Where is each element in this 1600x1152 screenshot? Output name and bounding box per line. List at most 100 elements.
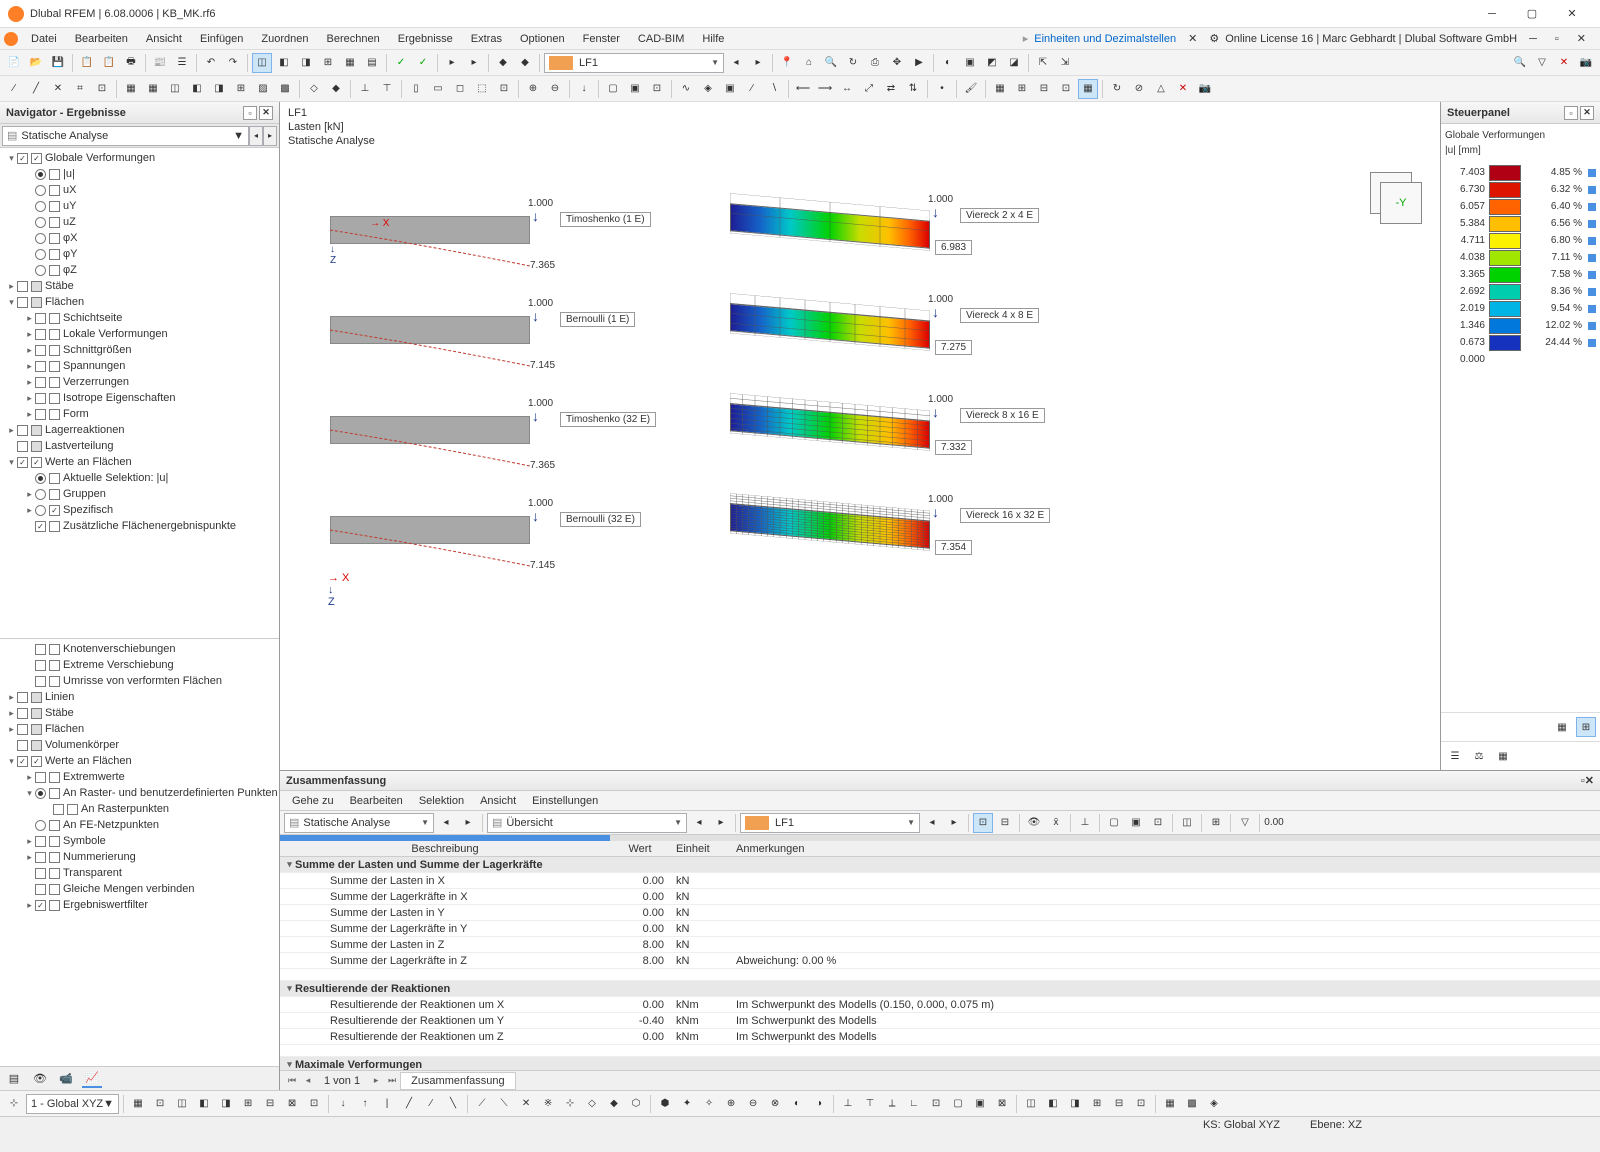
t2-13-icon[interactable]: ▩ <box>275 79 295 99</box>
tree-item[interactable]: ▾Globale Verformungen <box>0 150 279 166</box>
cs-combo[interactable]: 1 - Global XYZ▼ <box>26 1094 119 1114</box>
next-lc-button[interactable]: ▸ <box>748 53 768 73</box>
table-row[interactable]: Resultierende der Reaktionen um Z0.00kNm… <box>280 1029 1600 1045</box>
panel-tab1[interactable]: ☰ <box>1445 746 1465 766</box>
bt-18-icon[interactable]: ※ <box>538 1094 558 1114</box>
tree-check2[interactable] <box>31 457 42 468</box>
bt-5-icon[interactable]: ⊞ <box>238 1094 258 1114</box>
nav-next-button[interactable]: ▸ <box>263 126 277 146</box>
vis2-icon[interactable]: ◪ <box>1004 53 1024 73</box>
t2-16-icon[interactable]: ⊥ <box>355 79 375 99</box>
tree-item[interactable]: uY <box>0 198 279 214</box>
bt-26-icon[interactable]: ⊕ <box>721 1094 741 1114</box>
t2-15-icon[interactable]: ◆ <box>326 79 346 99</box>
tree-expand[interactable]: ▸ <box>6 425 17 436</box>
tree-check2[interactable] <box>31 297 42 308</box>
tree-expand[interactable]: ▸ <box>24 313 35 324</box>
tree-check2[interactable] <box>49 233 60 244</box>
doc-restore-button[interactable]: ▫ <box>1549 33 1565 45</box>
tree-check1[interactable] <box>35 772 46 783</box>
menu-bearbeiten[interactable]: Bearbeiten <box>66 31 137 47</box>
bt-axis-icon[interactable]: ⊹ <box>4 1094 24 1114</box>
bt-1-icon[interactable]: ⊡ <box>150 1094 170 1114</box>
tree-item[interactable]: uX <box>0 182 279 198</box>
st-7[interactable]: ▣ <box>1126 813 1146 833</box>
st-9[interactable]: ◫ <box>1177 813 1197 833</box>
tree-item[interactable]: ▸Spannungen <box>0 358 279 374</box>
checkall-icon[interactable]: ✓ <box>413 53 433 73</box>
bt-6-icon[interactable]: ⊟ <box>260 1094 280 1114</box>
tab-next[interactable]: ▸ <box>368 1073 384 1089</box>
vis1-icon[interactable]: ◩ <box>982 53 1002 73</box>
st-10[interactable]: ⊞ <box>1206 813 1226 833</box>
tab-prev[interactable]: ◂ <box>300 1073 316 1089</box>
tree-radio[interactable] <box>35 489 46 500</box>
t2-9-icon[interactable]: ◧ <box>187 79 207 99</box>
t2-8-icon[interactable]: ◫ <box>165 79 185 99</box>
table-row[interactable]: Summe der Lagerkräfte in Y0.00kN <box>280 921 1600 937</box>
tree-item[interactable]: ▾Werte an Flächen <box>0 454 279 470</box>
tree-item[interactable]: Extreme Verschiebung <box>0 657 279 673</box>
cam2-icon[interactable]: 📷 <box>1576 53 1596 73</box>
tree-check2[interactable] <box>49 489 60 500</box>
summary-prev2[interactable]: ◂ <box>689 813 709 833</box>
tree-item[interactable]: ▸Ergebniswertfilter <box>0 897 279 913</box>
tree-check2[interactable] <box>49 329 60 340</box>
summary-prev3[interactable]: ◂ <box>922 813 942 833</box>
tree-check1[interactable] <box>53 804 64 815</box>
t2-21-icon[interactable]: ⬚ <box>472 79 492 99</box>
menu-einfügen[interactable]: Einfügen <box>191 31 252 47</box>
tree-item[interactable]: ▸Stäbe <box>0 705 279 721</box>
tree-item[interactable]: Umrisse von verformten Flächen <box>0 673 279 689</box>
lefttab-2[interactable]: 👁 <box>30 1070 50 1088</box>
tree-radio[interactable] <box>35 473 46 484</box>
bt-47-icon[interactable]: ◈ <box>1204 1094 1224 1114</box>
tree-check1[interactable] <box>35 361 46 372</box>
tree-check2[interactable] <box>49 852 60 863</box>
tree-check1[interactable] <box>17 441 28 452</box>
tree-item[interactable]: ▸Linien <box>0 689 279 705</box>
bt-46-icon[interactable]: ▩ <box>1182 1094 1202 1114</box>
tree-check2[interactable] <box>49 521 60 532</box>
undo-icon[interactable]: ↶ <box>201 53 221 73</box>
t2-28-icon[interactable]: ⊡ <box>647 79 667 99</box>
panel-tab3[interactable]: ▦ <box>1493 746 1513 766</box>
t2-40-icon[interactable]: • <box>932 79 952 99</box>
nav-close-button[interactable]: ✕ <box>259 106 273 120</box>
tree-check1[interactable] <box>17 708 28 719</box>
new-icon[interactable]: 📄 <box>4 53 24 73</box>
menu-optionen[interactable]: Optionen <box>511 31 574 47</box>
tree-check2[interactable] <box>49 676 60 687</box>
nav-restore-button[interactable]: ▫ <box>243 106 257 120</box>
bt-15-icon[interactable]: ⟋ <box>472 1094 492 1114</box>
tree-check2[interactable] <box>49 868 60 879</box>
bt-3-icon[interactable]: ◧ <box>194 1094 214 1114</box>
tree-item[interactable]: ▸Form <box>0 406 279 422</box>
tree-item[interactable]: Knotenverschiebungen <box>0 641 279 657</box>
list-icon[interactable]: ☰ <box>172 53 192 73</box>
paste-icon[interactable]: 📋 <box>99 53 119 73</box>
bt-39-icon[interactable]: ◫ <box>1021 1094 1041 1114</box>
tree-expand[interactable]: ▸ <box>24 345 35 356</box>
tree-expand[interactable]: ▸ <box>24 772 35 783</box>
table-group[interactable]: ▾ Resultierende der Reaktionen <box>280 981 1600 997</box>
st-5[interactable]: ⊥ <box>1075 813 1095 833</box>
st-1[interactable]: ⊡ <box>973 813 993 833</box>
tree-item[interactable]: Aktuelle Selektion: |u| <box>0 470 279 486</box>
close-hint-button[interactable]: ✕ <box>1182 32 1203 45</box>
redo-icon[interactable]: ↷ <box>223 53 243 73</box>
bt-24-icon[interactable]: ✦ <box>677 1094 697 1114</box>
st-2[interactable]: ⊟ <box>995 813 1015 833</box>
t2-47-icon[interactable]: ↻ <box>1107 79 1127 99</box>
tree-check2[interactable] <box>49 217 60 228</box>
tree-item[interactable]: Volumenkörper <box>0 737 279 753</box>
tree-check1[interactable] <box>17 153 28 164</box>
bt-44-icon[interactable]: ⊡ <box>1131 1094 1151 1114</box>
cam-icon[interactable]: ⎙ <box>865 53 885 73</box>
tree-check2[interactable] <box>49 313 60 324</box>
menu-fenster[interactable]: Fenster <box>574 31 629 47</box>
t2-3-icon[interactable]: ✕ <box>48 79 68 99</box>
tree-check2[interactable] <box>49 820 60 831</box>
t2-46-icon[interactable]: ▦ <box>1078 79 1098 99</box>
open-icon[interactable]: 📂 <box>26 53 46 73</box>
